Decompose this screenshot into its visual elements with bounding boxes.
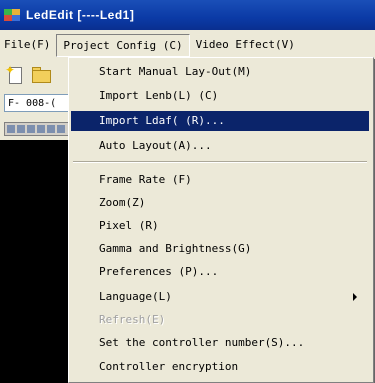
menu-project-config[interactable]: Project Config (C) — [56, 33, 190, 57]
menu-video-effect[interactable]: Video Effect(V) — [190, 34, 301, 56]
indicator-cell — [17, 125, 25, 133]
menu-import-ldaf[interactable]: Import Ldaf( (R)... — [71, 111, 369, 131]
screen-select-combo[interactable]: F- 008-( — [4, 94, 70, 112]
open-folder-icon[interactable] — [30, 64, 52, 86]
app-window: LedEdit [----Led1] File(F) Project Confi… — [0, 0, 375, 383]
preview-panel — [0, 140, 72, 383]
menu-zoom[interactable]: Zoom(Z) — [71, 193, 369, 213]
title-bar[interactable]: LedEdit [----Led1] — [0, 0, 375, 30]
indicator-strip — [4, 122, 70, 136]
indicator-cell — [37, 125, 45, 133]
menu-set-controller-number[interactable]: Set the controller number(S)... — [71, 333, 369, 353]
indicator-cell — [47, 125, 55, 133]
menu-auto-layout[interactable]: Auto Layout(A)... — [71, 136, 369, 156]
toolbar: ✦ — [0, 60, 70, 90]
menu-bar: File(F) Project Config (C) Video Effect(… — [0, 30, 375, 60]
submenu-arrow-icon — [353, 293, 357, 301]
app-logo-icon — [4, 7, 22, 23]
menu-language-label: Language(L) — [99, 290, 172, 303]
menu-file[interactable]: File(F) — [0, 34, 56, 56]
menu-import-lenb[interactable]: Import Lenb(L) (C) — [71, 86, 369, 106]
window-title: LedEdit [----Led1] — [26, 8, 135, 22]
menu-language[interactable]: Language(L) — [71, 287, 369, 307]
indicator-cell — [27, 125, 35, 133]
menu-controller-encryption[interactable]: Controller encryption — [71, 357, 369, 377]
menu-start-manual-layout[interactable]: Start Manual Lay-Out(M) — [71, 62, 369, 82]
indicator-cell — [57, 125, 65, 133]
menu-separator — [73, 161, 367, 163]
menu-frame-rate[interactable]: Frame Rate (F) — [71, 170, 369, 190]
project-config-dropdown: Start Manual Lay-Out(M) Import Lenb(L) (… — [68, 57, 374, 383]
menu-preferences[interactable]: Preferences (P)... — [71, 262, 369, 282]
indicator-cell — [7, 125, 15, 133]
menu-gamma-brightness[interactable]: Gamma and Brightness(G) — [71, 239, 369, 259]
menu-pixel[interactable]: Pixel (R) — [71, 216, 369, 236]
new-file-icon[interactable]: ✦ — [4, 64, 26, 86]
menu-refresh: Refresh(E) — [99, 313, 166, 326]
